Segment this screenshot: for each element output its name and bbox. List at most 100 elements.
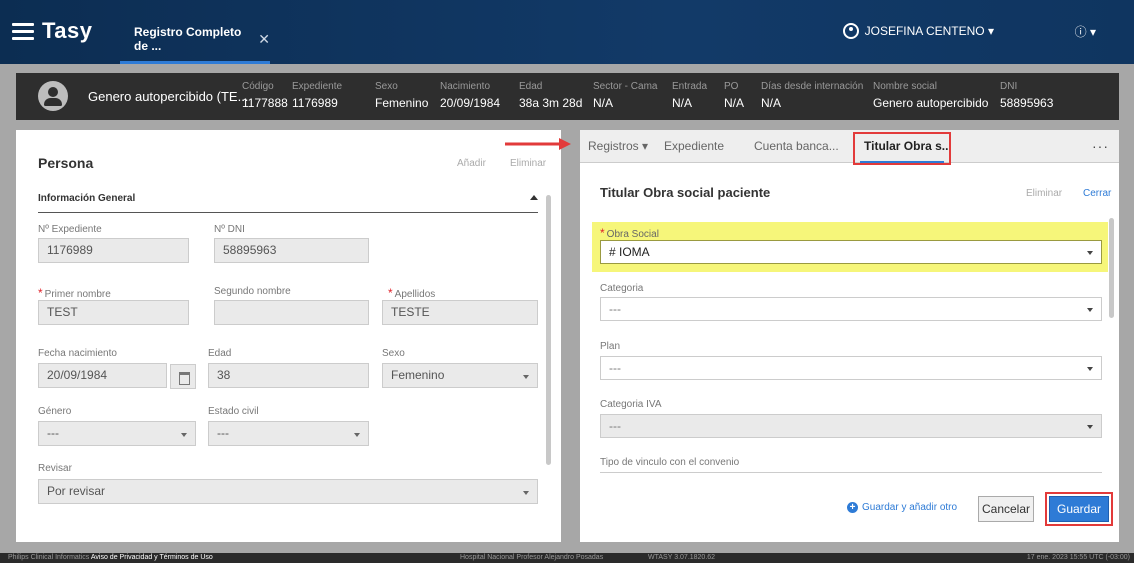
fecha-value: 20/09/1984 (47, 368, 108, 382)
dni-field[interactable]: 58895963 (214, 238, 369, 263)
dni-label: Nº DNI (214, 224, 245, 235)
required-icon: * (600, 226, 605, 240)
save-and-add-label: Guardar y añadir otro (862, 502, 958, 513)
field-label: Días desde internación (761, 81, 864, 92)
field-expediente: Expediente 1176989 (292, 81, 342, 110)
cancel-button[interactable]: Cancelar (978, 496, 1034, 522)
field-value: 38a 3m 28d (519, 96, 583, 110)
obra-social-label: * Obra Social (600, 226, 659, 240)
menu-icon[interactable] (12, 23, 34, 40)
scrollbar[interactable] (546, 195, 551, 465)
delete-button[interactable]: Eliminar (1026, 188, 1062, 199)
footer-left: Philips Clinical Informatics Aviso de Pr… (8, 553, 213, 563)
plan-label: Plan (600, 341, 621, 352)
persona-title: Persona (38, 155, 94, 171)
tab-expediente[interactable]: Expediente (664, 139, 724, 153)
obra-social-select[interactable]: # IOMA (600, 240, 1102, 264)
collapse-icon[interactable] (530, 195, 538, 200)
apellidos-label: * Apellidos (388, 286, 435, 300)
footer-datetime: 17 ene. 2023 15:55 UTC (-03:00) (1026, 554, 1130, 561)
highlight-marker (1045, 492, 1113, 526)
app-tab[interactable]: Registro Completo de ... ✕ (120, 14, 270, 64)
info-icon[interactable]: ⓘ ▾ (1075, 23, 1096, 40)
patient-name[interactable]: Genero autopercibido (TE... (88, 89, 248, 104)
field-label: Sector - Cama (593, 81, 658, 92)
estado-civil-select[interactable]: --- (208, 421, 369, 446)
apellidos-field[interactable]: TESTE (382, 300, 538, 325)
label-text: Obra Social (606, 229, 659, 240)
section-header[interactable]: Información General (38, 193, 538, 213)
edad-field[interactable]: 38 (208, 363, 369, 388)
segundo-nombre-label: Segundo nombre (214, 286, 291, 297)
footer-company: Philips Clinical Informatics (8, 554, 90, 561)
sexo-label: Sexo (382, 348, 405, 359)
iva-select[interactable]: --- (600, 414, 1102, 438)
required-icon: * (38, 286, 43, 300)
field-po: PO N/A (724, 81, 744, 110)
user-menu[interactable]: JOSEFINA CENTENO ▾ (842, 23, 994, 39)
field-value: 1176989 (292, 96, 338, 110)
field-nacimiento: Nacimiento 20/09/1984 (440, 81, 500, 110)
field-value: Femenino (375, 96, 429, 110)
genero-select[interactable]: --- (38, 421, 196, 446)
fecha-field[interactable]: 20/09/1984 (38, 363, 196, 389)
persona-panel: Persona Añadir Eliminar Información Gene… (16, 130, 561, 542)
footer: Philips Clinical Informatics Aviso de Pr… (0, 553, 1134, 563)
scrollbar[interactable] (1109, 218, 1114, 318)
categoria-select[interactable]: --- (600, 297, 1102, 321)
brand-logo: Tasy (42, 18, 93, 43)
tab-registros[interactable]: Registros ▾ (588, 139, 648, 153)
revisar-label: Revisar (38, 463, 72, 474)
label-text: Apellidos (394, 289, 436, 300)
sexo-select[interactable]: Femenino (382, 363, 538, 388)
save-and-add-button[interactable]: + Guardar y añadir otro (847, 502, 957, 513)
field-value: N/A (672, 96, 693, 110)
plus-icon: + (847, 502, 858, 513)
field-entrada: Entrada N/A (672, 81, 707, 110)
add-button[interactable]: Añadir (457, 158, 486, 169)
titular-panel: Registros ▾ Expediente Cuenta banca... T… (580, 130, 1119, 542)
titular-title: Titular Obra social paciente (600, 185, 771, 200)
pointer-arrow-icon (505, 138, 571, 150)
highlight-marker (853, 132, 951, 165)
revisar-select[interactable]: Por revisar (38, 479, 538, 504)
expediente-field[interactable]: 1176989 (38, 238, 189, 263)
field-label: Expediente (292, 81, 343, 92)
primer-nombre-label: * Primer nombre (38, 286, 111, 300)
field-label: Edad (519, 81, 543, 92)
categoria-label: Categoria (600, 283, 644, 294)
plan-select[interactable]: --- (600, 356, 1102, 380)
field-value: Genero autopercibido (873, 96, 989, 110)
delete-button[interactable]: Eliminar (510, 158, 546, 169)
segundo-nombre-field[interactable] (214, 300, 369, 325)
app-tab-label: Registro Completo de ... (134, 25, 242, 53)
field-label: DNI (1000, 81, 1018, 92)
field-label: Nacimiento (440, 81, 491, 92)
calendar-icon[interactable] (170, 364, 196, 389)
tab-bar: Registros ▾ Expediente Cuenta banca... T… (580, 130, 1119, 165)
field-value: N/A (724, 96, 745, 110)
patient-avatar-icon (38, 81, 68, 111)
more-icon[interactable]: ··· (1092, 138, 1109, 154)
field-value: N/A (593, 96, 614, 110)
field-sexo: Sexo Femenino (375, 81, 428, 110)
user-icon (842, 23, 859, 39)
privacy-link[interactable]: Aviso de Privacidad y Términos de Uso (91, 554, 213, 561)
footer-version: WTASY 3.07.1820.62 (648, 554, 716, 561)
genero-label: Género (38, 406, 72, 417)
label-text: Primer nombre (44, 289, 111, 300)
patient-bar: Genero autopercibido (TE... Código 117788… (16, 73, 1119, 120)
close-icon[interactable]: ✕ (258, 31, 270, 48)
field-dias: Días desde internación N/A (761, 81, 863, 110)
field-label: PO (724, 81, 739, 92)
field-dni: DNI 58895963 (1000, 81, 1053, 110)
field-nombre-social: Nombre social Genero autopercibido (873, 81, 988, 110)
top-header: Tasy Registro Completo de ... ✕ JOSEFINA… (0, 0, 1134, 64)
primer-nombre-field[interactable]: TEST (38, 300, 189, 325)
field-codigo: Código 1177888 (242, 81, 288, 110)
required-icon: * (388, 286, 393, 300)
field-value: 58895963 (1000, 96, 1054, 110)
close-button[interactable]: Cerrar (1083, 188, 1111, 199)
tab-cuenta-bancaria[interactable]: Cuenta banca... (754, 139, 839, 153)
field-edad: Edad 38a 3m 28d (519, 81, 582, 110)
